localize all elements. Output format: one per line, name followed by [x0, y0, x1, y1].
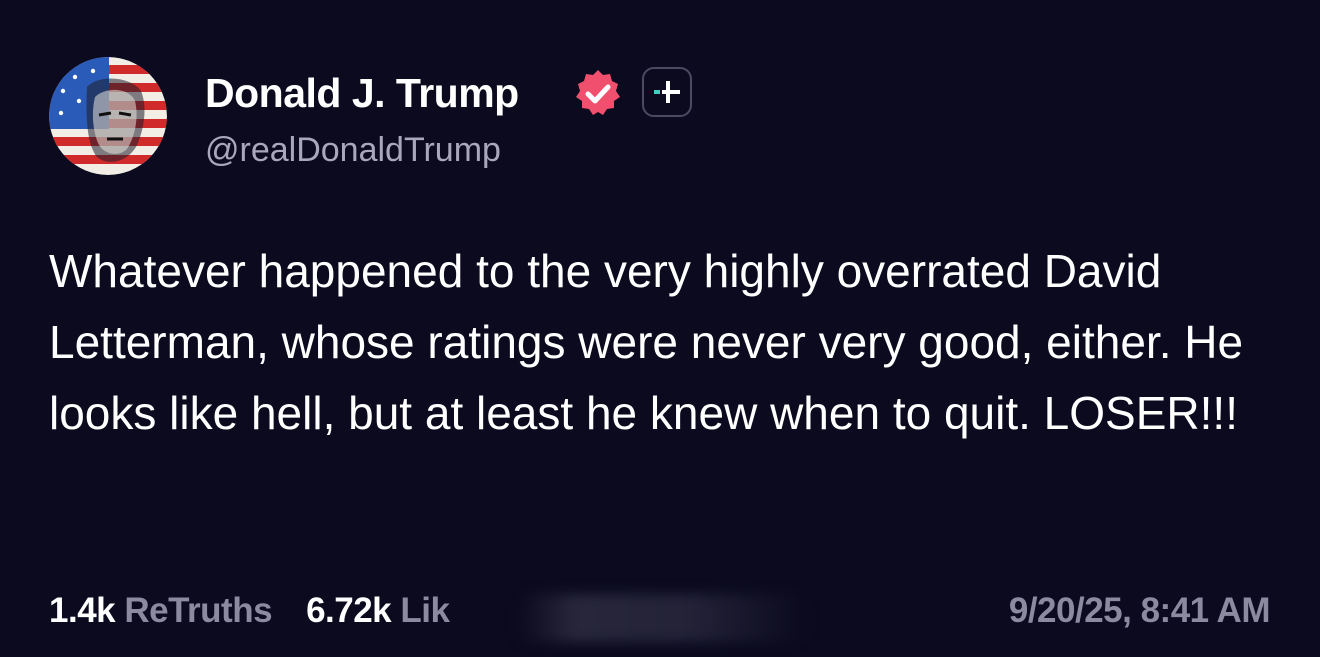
- post-timestamp[interactable]: 9/20/25, 8:41 AM: [1009, 588, 1271, 634]
- retruths-count: 1.4k: [49, 591, 116, 630]
- likes-label: Lik: [400, 591, 450, 630]
- display-name[interactable]: Donald J. Trump: [205, 68, 519, 118]
- post-text: Whatever happened to the very highly ove…: [49, 245, 1244, 439]
- post-stats: 1.4k ReTruths 6.72k Lik: [49, 588, 483, 634]
- flag-portrait-avatar-icon: [49, 57, 167, 175]
- plus-icon: [654, 81, 680, 103]
- likes-count: 6.72k: [306, 591, 392, 630]
- truth-post: Donald J. Trump @realDonaldTrump Whateve…: [0, 0, 1320, 657]
- likes-stat[interactable]: 6.72k Lik: [306, 591, 450, 630]
- retruths-stat[interactable]: 1.4k ReTruths: [49, 591, 273, 630]
- author-handle[interactable]: @realDonaldTrump: [205, 128, 501, 172]
- obscured-overlay: [518, 594, 806, 642]
- avatar[interactable]: [49, 57, 167, 175]
- verified-badge-icon: [576, 70, 620, 115]
- retruths-label: ReTruths: [124, 591, 273, 630]
- follow-button[interactable]: [642, 67, 692, 117]
